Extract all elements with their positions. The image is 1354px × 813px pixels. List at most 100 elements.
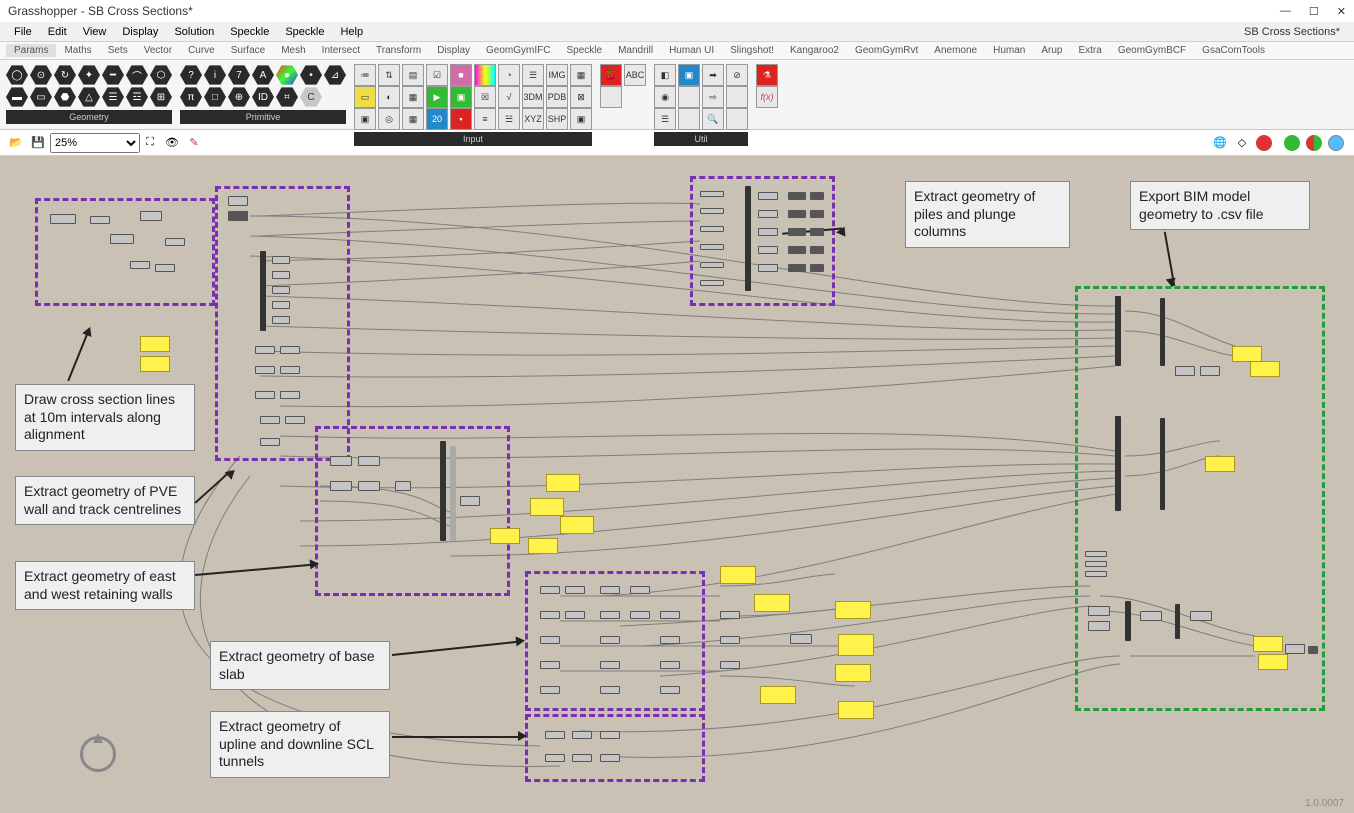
menu-edit[interactable]: Edit [40, 24, 75, 40]
util-icon[interactable] [678, 86, 700, 108]
component-node[interactable] [285, 416, 305, 424]
component-node[interactable] [700, 244, 724, 250]
util-icon[interactable]: ◧ [654, 64, 676, 86]
param-icon[interactable]: ▭ [30, 86, 52, 108]
param-icon[interactable]: ━ [102, 64, 124, 86]
input-icon[interactable]: IMG [546, 64, 568, 86]
panel-node[interactable] [546, 474, 580, 492]
component-node[interactable] [810, 246, 824, 254]
blue-preview-button[interactable] [1326, 133, 1346, 153]
merge-node[interactable] [1175, 604, 1180, 639]
panel-node[interactable] [838, 634, 874, 656]
input-icon[interactable]: XYZ [522, 108, 544, 130]
component-node[interactable] [1088, 621, 1110, 631]
util-icon[interactable] [678, 108, 700, 130]
component-node[interactable] [540, 686, 560, 694]
panel-node[interactable] [530, 498, 564, 516]
component-node[interactable] [720, 661, 740, 669]
tab-anemone[interactable]: Anemone [926, 44, 985, 57]
input-icon[interactable]: ▦ [402, 108, 424, 130]
tab-humanui[interactable]: Human UI [661, 44, 722, 57]
panel-node[interactable] [490, 528, 520, 544]
input-icon[interactable]: 20 [426, 108, 448, 130]
param-icon[interactable]: △ [78, 86, 100, 108]
component-node[interactable] [660, 636, 680, 644]
component-node[interactable] [272, 286, 290, 294]
component-node[interactable] [90, 216, 110, 224]
menu-file[interactable]: File [6, 24, 40, 40]
tab-curve[interactable]: Curve [180, 44, 223, 57]
merge-node[interactable] [1115, 416, 1121, 511]
component-node[interactable] [810, 192, 824, 200]
param-icon[interactable]: π [180, 86, 202, 108]
preview-button[interactable]: 👁 [162, 133, 182, 153]
param-icon[interactable]: ⬡ [150, 64, 172, 86]
component-node[interactable] [272, 301, 290, 309]
input-icon[interactable]: ⇅ [378, 64, 400, 86]
sketch-button[interactable]: ✎ [184, 133, 204, 153]
component-node[interactable] [600, 586, 620, 594]
tab-human[interactable]: Human [985, 44, 1033, 57]
util-icon[interactable] [726, 86, 748, 108]
merge-node[interactable] [450, 446, 456, 541]
panel-node[interactable] [838, 701, 874, 719]
tab-transform[interactable]: Transform [368, 44, 429, 57]
component-node[interactable] [330, 456, 352, 466]
component-node[interactable] [1175, 366, 1195, 376]
component-node[interactable] [1088, 606, 1110, 616]
panel-node[interactable] [835, 664, 871, 682]
tab-kangaroo2[interactable]: Kangaroo2 [782, 44, 847, 57]
tab-gsacomtools[interactable]: GsaComTools [1194, 44, 1273, 57]
component-node[interactable] [700, 191, 724, 197]
component-node[interactable] [758, 210, 778, 218]
shade-button[interactable]: 🌐 [1210, 133, 1230, 153]
merge-node[interactable] [745, 186, 751, 291]
component-node[interactable] [630, 586, 650, 594]
component-node[interactable] [545, 731, 565, 739]
param-icon[interactable]: ? [180, 64, 202, 86]
input-icon[interactable]: ▣ [354, 108, 376, 130]
param-icon[interactable]: ▬ [6, 86, 28, 108]
flask-icon[interactable]: ⚗ [756, 64, 778, 86]
util-icon[interactable]: ⇨ [702, 86, 724, 108]
component-node[interactable] [228, 196, 248, 206]
util-icon[interactable]: ⊘ [726, 64, 748, 86]
param-icon[interactable]: ⌗ [276, 86, 298, 108]
minimize-button[interactable]: — [1280, 5, 1291, 18]
param-icon[interactable]: ☲ [126, 86, 148, 108]
param-icon[interactable]: i [204, 64, 226, 86]
component-node[interactable] [1085, 561, 1107, 567]
input-icon[interactable]: ☒ [474, 86, 496, 108]
param-icon[interactable]: ● [276, 64, 298, 86]
panel-node[interactable] [1232, 346, 1262, 362]
component-node[interactable] [280, 346, 300, 354]
panel-node[interactable] [140, 336, 170, 352]
panel-node[interactable] [720, 566, 756, 584]
panel-node[interactable] [835, 601, 871, 619]
tab-mandrill[interactable]: Mandrill [610, 44, 661, 57]
component-node[interactable] [660, 661, 680, 669]
param-icon[interactable]: ✦ [78, 64, 100, 86]
tab-geomgymifc[interactable]: GeomGymIFC [478, 44, 558, 57]
component-node[interactable] [540, 586, 560, 594]
component-node[interactable] [700, 226, 724, 232]
component-node[interactable] [810, 264, 824, 272]
input-icon[interactable]: ▶ [426, 86, 448, 108]
tab-arup[interactable]: Arup [1033, 44, 1070, 57]
component-node[interactable] [280, 391, 300, 399]
empty-icon[interactable] [600, 86, 622, 108]
component-node[interactable] [810, 228, 824, 236]
tab-surface[interactable]: Surface [223, 44, 273, 57]
input-icon[interactable]: SHP [546, 108, 568, 130]
mixed-preview-button[interactable] [1304, 133, 1324, 153]
input-icon[interactable]: ☑ [426, 64, 448, 86]
component-node[interactable] [600, 611, 620, 619]
maximize-button[interactable]: ☐ [1309, 5, 1319, 18]
panel-node[interactable] [1258, 654, 1288, 670]
param-icon[interactable]: ⌒ [126, 64, 148, 86]
component-node[interactable] [272, 271, 290, 279]
input-icon[interactable]: ≡ [474, 108, 496, 130]
param-icon[interactable]: □ [204, 86, 226, 108]
component-node[interactable] [700, 208, 724, 214]
component-node[interactable] [630, 611, 650, 619]
